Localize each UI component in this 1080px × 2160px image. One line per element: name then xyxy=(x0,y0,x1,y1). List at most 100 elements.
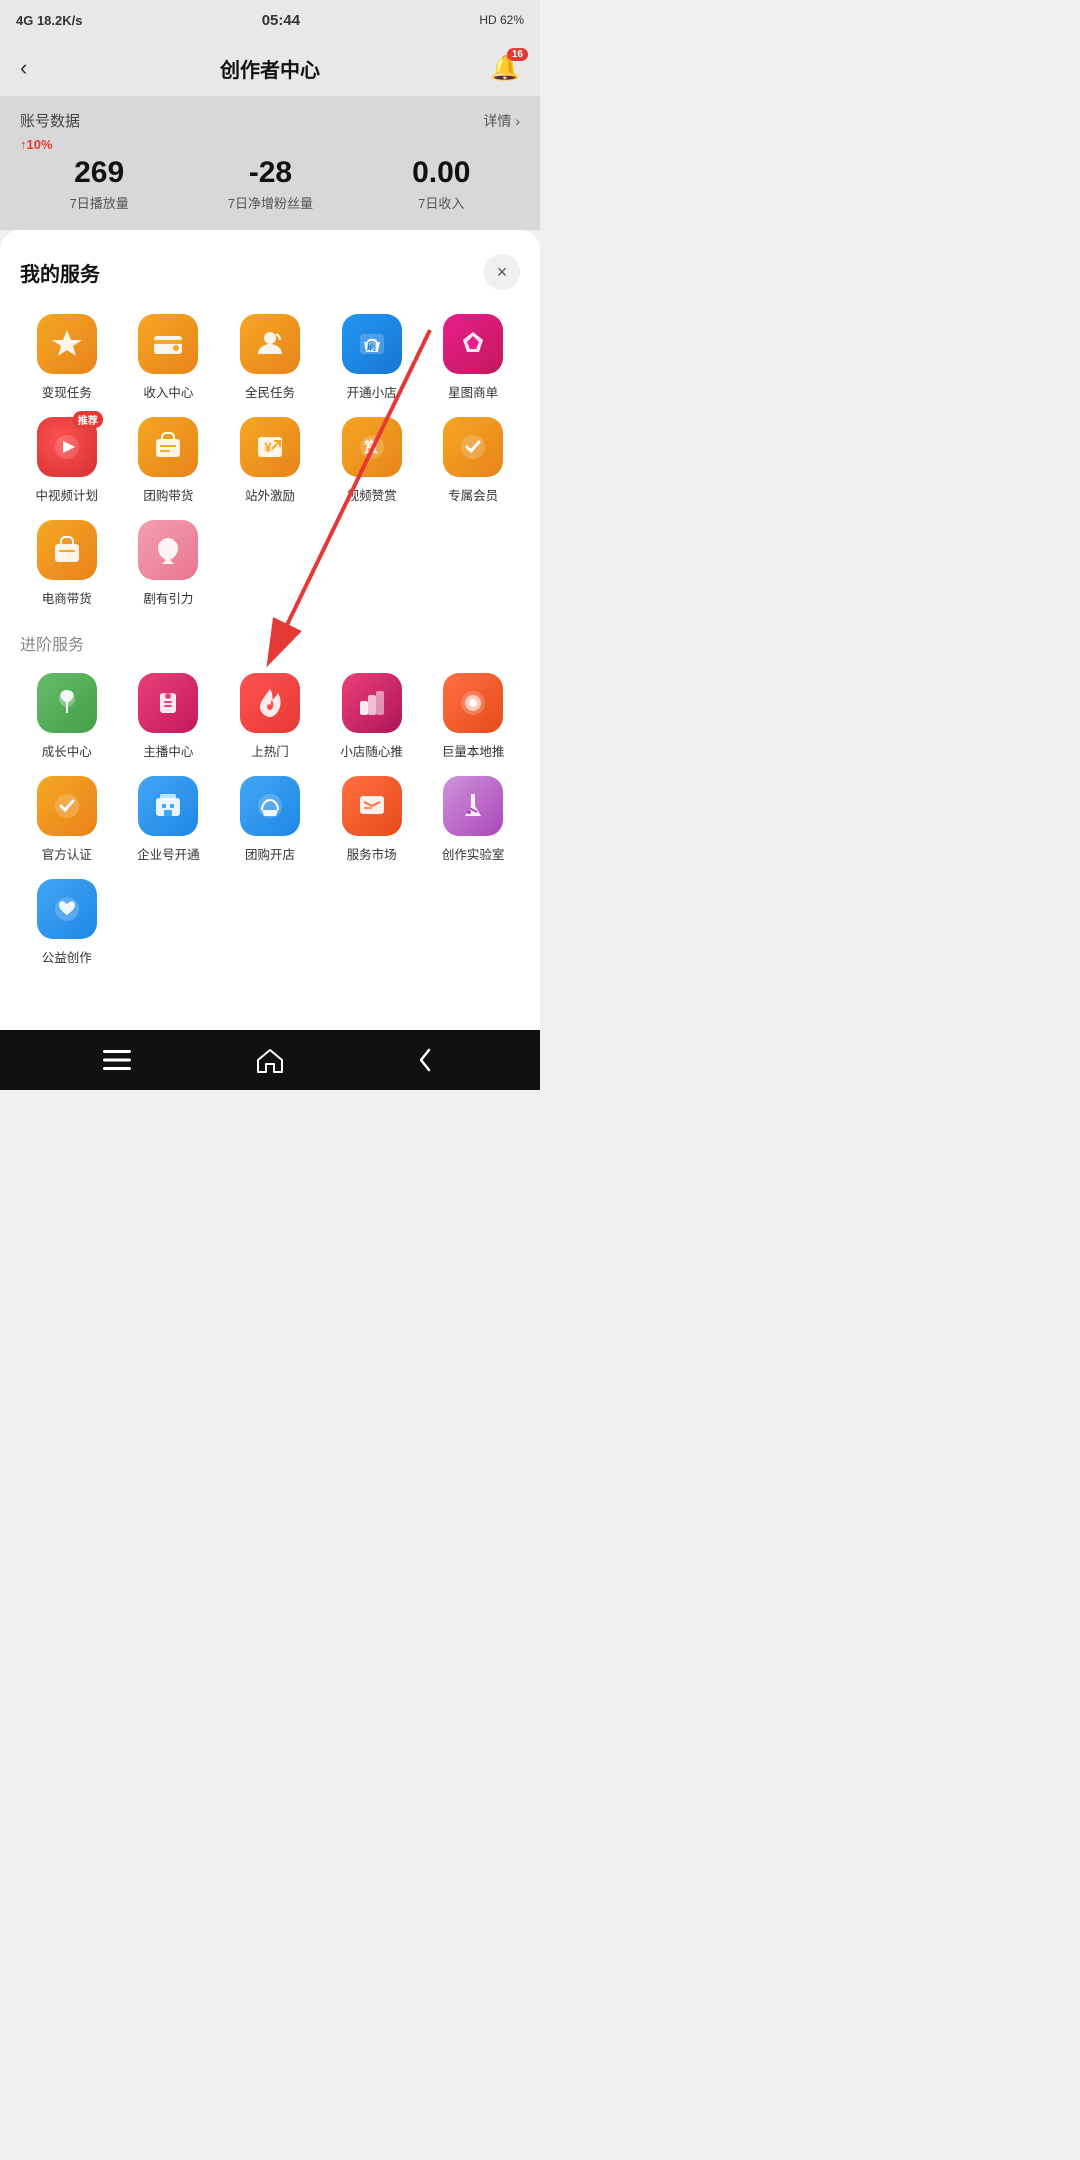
stats-growth-tag: ↑10% xyxy=(20,137,520,152)
service-item-official[interactable]: 官方认证 xyxy=(20,776,114,863)
panel-close-button[interactable]: × xyxy=(484,254,520,290)
service-item-shoppush[interactable]: 小店随心推 xyxy=(325,673,419,760)
service-name-anchor: 主播中心 xyxy=(143,741,193,760)
service-name-shouru: 收入中心 xyxy=(143,382,193,401)
service-name-groupshop: 团购开店 xyxy=(245,844,295,863)
service-name-lab: 创作实验室 xyxy=(442,844,505,863)
service-icon-member xyxy=(443,417,503,477)
service-name-kaitong: 开通小店 xyxy=(347,382,397,401)
service-name-outside: 站外激励 xyxy=(245,485,295,504)
nav-menu-button[interactable] xyxy=(92,1040,142,1080)
service-item-groupshop[interactable]: 团购开店 xyxy=(223,776,317,863)
panel-title: 我的服务 xyxy=(20,258,100,287)
status-bar: 4G 18.2K/s 05:44 HD 62% xyxy=(0,0,540,40)
service-name-servicemarket: 服务市场 xyxy=(347,844,397,863)
account-stats-section: 账号数据 详情 › ↑10% 269 7日播放量 -28 7日净增粉丝量 0.0… xyxy=(0,96,540,230)
advanced-services-grid: 成长中心 主播中心 上热门 xyxy=(20,673,520,966)
service-item-shouru[interactable]: 收入中心 xyxy=(122,314,216,401)
service-item-servicemarket[interactable]: 服务市场 xyxy=(325,776,419,863)
service-item-grow[interactable]: 成长中心 xyxy=(20,673,114,760)
service-item-outside[interactable]: ¥ 站外激励 xyxy=(223,417,317,504)
page-title: 创作者中心 xyxy=(220,54,320,83)
service-icon-shoppush xyxy=(342,673,402,733)
stats-label: 账号数据 xyxy=(20,110,80,131)
notification-bell[interactable]: 🔔 16 xyxy=(490,54,520,83)
service-item-hottrend[interactable]: 上热门 xyxy=(223,673,317,760)
svg-text:¥: ¥ xyxy=(264,439,272,455)
service-name-xintu: 星图商单 xyxy=(448,382,498,401)
stat-income-desc: 7日收入 xyxy=(412,193,470,212)
service-icon-lab xyxy=(443,776,503,836)
service-item-drama[interactable]: 剧有引力 xyxy=(122,520,216,607)
service-icon-reward: 赏 xyxy=(342,417,402,477)
service-name-reward: 视频赞赏 xyxy=(347,485,397,504)
service-item-reward[interactable]: 赏 视频赞赏 xyxy=(325,417,419,504)
stat-plays-desc: 7日播放量 xyxy=(70,193,129,212)
service-name-enterprise: 企业号开通 xyxy=(137,844,200,863)
service-icon-bianxian xyxy=(37,314,97,374)
stats-row: 269 7日播放量 -28 7日净增粉丝量 0.00 7日收入 xyxy=(20,156,520,212)
service-name-official: 官方认证 xyxy=(42,844,92,863)
my-services-grid: 变现任务 收入中心 全民任务 xyxy=(20,314,520,607)
stats-detail-link[interactable]: 详情 › xyxy=(483,111,520,131)
service-icon-local xyxy=(443,673,503,733)
service-icon-groupshop xyxy=(240,776,300,836)
service-icon-ecom xyxy=(37,520,97,580)
recommend-badge: 推荐 xyxy=(73,411,103,428)
service-name-quanmin: 全民任务 xyxy=(245,382,295,401)
service-icon-enterprise xyxy=(138,776,198,836)
stat-fans-desc: 7日净增粉丝量 xyxy=(228,193,313,212)
service-item-quanmin[interactable]: 全民任务 xyxy=(223,314,317,401)
status-signal: 4G 18.2K/s xyxy=(16,13,83,28)
stat-fans: -28 7日净增粉丝量 xyxy=(228,156,313,212)
status-battery: HD 62% xyxy=(479,13,524,27)
nav-back-button[interactable] xyxy=(398,1040,448,1080)
service-item-bianxian[interactable]: 变现任务 xyxy=(20,314,114,401)
service-icon-anchor xyxy=(138,673,198,733)
service-name-bianxian: 变现任务 xyxy=(42,382,92,401)
service-name-zhongshipin: 中视频计划 xyxy=(36,485,99,504)
service-name-drama: 剧有引力 xyxy=(143,588,193,607)
service-item-lab[interactable]: 创作实验室 xyxy=(426,776,520,863)
stat-income-value: 0.00 xyxy=(412,156,470,189)
service-item-charity[interactable]: 公益创作 xyxy=(20,879,114,966)
service-name-local: 巨量本地推 xyxy=(442,741,505,760)
advanced-section-title: 进阶服务 xyxy=(20,631,520,655)
main-panel: 我的服务 × 变现任务 收入中心 xyxy=(0,230,540,1030)
svg-text:刷: 刷 xyxy=(367,341,376,352)
service-icon-outside: ¥ xyxy=(240,417,300,477)
service-item-kaitong[interactable]: 刷 开通小店 xyxy=(325,314,419,401)
bottom-nav-bar xyxy=(0,1030,540,1090)
service-name-charity: 公益创作 xyxy=(42,947,92,966)
service-name-shoppush: 小店随心推 xyxy=(340,741,403,760)
stat-income: 0.00 7日收入 xyxy=(412,156,470,212)
nav-home-button[interactable] xyxy=(245,1040,295,1080)
service-name-ecom: 电商带货 xyxy=(42,588,92,607)
service-icon-zhongshipin: 推荐 xyxy=(37,417,97,477)
status-time: 05:44 xyxy=(262,12,300,29)
service-item-enterprise[interactable]: 企业号开通 xyxy=(122,776,216,863)
service-name-tuangou: 团购带货 xyxy=(143,485,193,504)
service-name-hottrend: 上热门 xyxy=(251,741,289,760)
service-icon-charity xyxy=(37,879,97,939)
service-icon-drama xyxy=(138,520,198,580)
service-item-ecom[interactable]: 电商带货 xyxy=(20,520,114,607)
back-button[interactable]: ‹ xyxy=(20,55,27,81)
stat-plays-value: 269 xyxy=(70,156,129,189)
service-item-local[interactable]: 巨量本地推 xyxy=(426,673,520,760)
service-item-anchor[interactable]: 主播中心 xyxy=(122,673,216,760)
service-name-member: 专属会员 xyxy=(448,485,498,504)
svg-text:赏: 赏 xyxy=(364,439,378,455)
service-name-grow: 成长中心 xyxy=(42,741,92,760)
stats-header: 账号数据 详情 › xyxy=(20,110,520,131)
service-item-zhongshipin[interactable]: 推荐 中视频计划 xyxy=(20,417,114,504)
service-item-tuangou[interactable]: 团购带货 xyxy=(122,417,216,504)
service-item-xintu[interactable]: 星图商单 xyxy=(426,314,520,401)
service-item-member[interactable]: 专属会员 xyxy=(426,417,520,504)
service-icon-xintu xyxy=(443,314,503,374)
service-icon-hottrend xyxy=(240,673,300,733)
stat-plays: 269 7日播放量 xyxy=(70,156,129,212)
service-icon-official xyxy=(37,776,97,836)
panel-header: 我的服务 × xyxy=(20,254,520,290)
service-icon-quanmin xyxy=(240,314,300,374)
